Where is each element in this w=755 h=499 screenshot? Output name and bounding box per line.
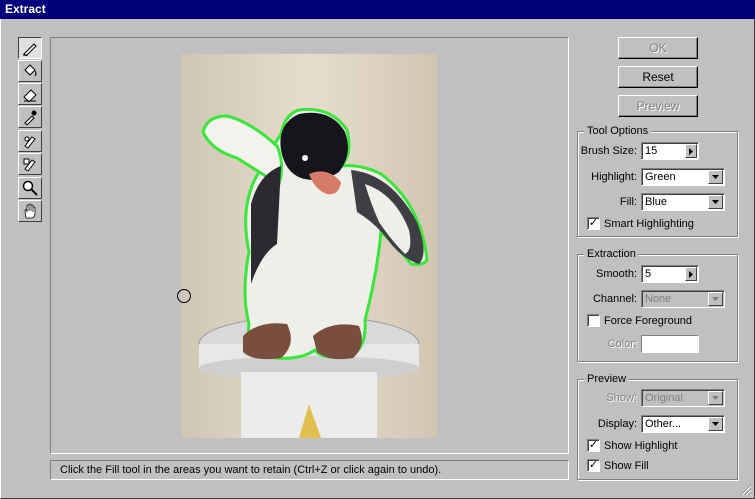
highlight-select[interactable]: Green xyxy=(641,168,725,186)
chevron-down-icon xyxy=(712,174,719,179)
color-swatch[interactable] xyxy=(641,335,699,353)
display-select[interactable]: Other... xyxy=(641,415,725,433)
brush-size-input[interactable]: 15 xyxy=(641,142,699,160)
fill-label: Fill: xyxy=(619,196,637,208)
brush-size-row: Brush Size: 15 xyxy=(578,142,737,162)
eraser-tool[interactable] xyxy=(18,83,42,105)
smart-highlighting-checkbox[interactable]: ✓ xyxy=(587,217,600,230)
channel-select[interactable]: None xyxy=(641,290,725,308)
smooth-input[interactable]: 5 xyxy=(641,265,699,283)
hand-tool[interactable] xyxy=(18,200,42,222)
smooth-value: 5 xyxy=(645,268,652,280)
brush-size-label: Brush Size: xyxy=(580,145,637,157)
brush-size-value: 15 xyxy=(645,145,658,157)
chevron-down-icon xyxy=(712,296,719,301)
smooth-slider-button[interactable] xyxy=(685,267,697,281)
channel-value: None xyxy=(645,293,672,305)
edge-touchup-icon xyxy=(23,158,36,172)
brush-cursor xyxy=(177,289,191,303)
preview-title: Preview xyxy=(584,372,630,386)
window-title: Extract xyxy=(0,0,755,19)
show-select[interactable]: Original xyxy=(641,389,725,407)
chevron-down-icon xyxy=(712,199,719,204)
show-fill-checkbox[interactable]: ✓ xyxy=(587,459,600,472)
reset-button[interactable]: Reset xyxy=(618,66,698,88)
preview-canvas[interactable] xyxy=(50,37,569,454)
color-row: Color: xyxy=(578,335,737,355)
force-foreground-checkbox[interactable] xyxy=(587,314,600,327)
fill-value: Blue xyxy=(645,196,668,208)
show-highlight-checkbox[interactable]: ✓ xyxy=(587,439,600,452)
triangle-right-icon xyxy=(689,147,693,155)
fill-select[interactable]: Blue xyxy=(641,193,725,211)
chevron-down-icon xyxy=(712,421,719,426)
smart-highlighting-label: Smart Highlighting xyxy=(604,218,694,230)
triangle-right-icon xyxy=(689,270,693,278)
highlight-value: Green xyxy=(645,171,676,183)
highlight-dropdown-arrow[interactable] xyxy=(708,170,723,184)
fill-row: Fill: Blue xyxy=(578,193,737,213)
cleanup-tool[interactable] xyxy=(18,130,42,152)
status-bar: Click the Fill tool in the areas you wan… xyxy=(50,460,569,480)
show-label: Show: xyxy=(606,392,637,404)
display-value: Other... xyxy=(645,418,682,430)
display-dropdown-arrow[interactable] xyxy=(708,417,723,431)
extraction-group: Extraction Smooth: 5 Channel: None Force… xyxy=(577,247,738,362)
zoom-tool[interactable] xyxy=(18,177,42,199)
penguin-image xyxy=(181,54,437,438)
smooth-label: Smooth: xyxy=(596,268,637,280)
eyedropper-icon xyxy=(24,110,37,125)
force-foreground-label: Force Foreground xyxy=(604,315,693,327)
preview-button[interactable]: Preview xyxy=(618,95,698,117)
edge-highlighter-tool[interactable] xyxy=(18,37,42,59)
edge-touchup-tool[interactable] xyxy=(18,153,42,175)
chevron-down-icon xyxy=(712,395,719,400)
ok-button[interactable]: OK xyxy=(618,37,698,59)
brush-size-slider-button[interactable] xyxy=(685,144,697,158)
display-label: Display: xyxy=(597,418,637,430)
marker-icon xyxy=(23,43,37,56)
eyedropper-tool[interactable] xyxy=(18,106,42,128)
source-photo[interactable] xyxy=(181,54,437,438)
highlight-label: Highlight: xyxy=(591,171,637,183)
tool-options-group: Tool Options Brush Size: 15 Highlight: G… xyxy=(577,124,738,237)
fill-dropdown-arrow[interactable] xyxy=(708,195,723,209)
show-value: Original xyxy=(645,392,683,404)
paint-bucket-icon xyxy=(24,64,37,77)
resize-grip-icon[interactable] xyxy=(740,484,752,496)
channel-dropdown-arrow[interactable] xyxy=(708,292,723,306)
channel-label: Channel: xyxy=(592,293,637,305)
show-row: Show: Original xyxy=(578,389,737,409)
magnifier-icon xyxy=(22,180,38,196)
display-row: Display: Other... xyxy=(578,415,737,435)
fill-tool[interactable] xyxy=(18,60,42,82)
channel-row: Channel: None xyxy=(578,290,737,310)
cleanup-icon xyxy=(24,136,36,149)
hand-icon xyxy=(24,203,36,219)
eraser-icon xyxy=(23,89,37,102)
extraction-title: Extraction xyxy=(584,247,639,261)
highlight-row: Highlight: Green xyxy=(578,168,737,188)
color-label: Color: xyxy=(607,338,637,350)
show-highlight-label: Show Highlight xyxy=(604,440,678,452)
preview-group: Preview Show: Original Display: Other...… xyxy=(577,372,738,480)
tool-options-title: Tool Options xyxy=(584,124,652,138)
smooth-row: Smooth: 5 xyxy=(578,265,737,285)
show-dropdown-arrow[interactable] xyxy=(708,391,723,405)
show-fill-label: Show Fill xyxy=(604,460,649,472)
